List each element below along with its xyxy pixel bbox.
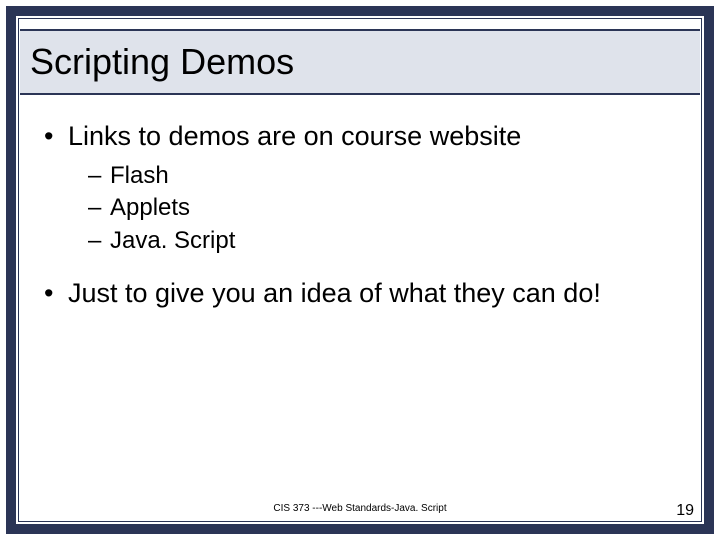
bullet-item: Just to give you an idea of what they ca… bbox=[44, 277, 676, 311]
page-number: 19 bbox=[676, 502, 694, 520]
footer-text: CIS 373 ---Web Standards-Java. Script bbox=[0, 503, 720, 514]
slide-title: Scripting Demos bbox=[30, 41, 294, 83]
bullet-subitem: Flash bbox=[44, 160, 676, 192]
title-bar: Scripting Demos bbox=[20, 29, 700, 95]
slide-body: Links to demos are on course website Fla… bbox=[44, 120, 676, 317]
slide: Scripting Demos Links to demos are on co… bbox=[0, 0, 720, 540]
spacer bbox=[44, 257, 676, 277]
bullet-subitem: Applets bbox=[44, 192, 676, 224]
bullet-item: Links to demos are on course website bbox=[44, 120, 676, 154]
bullet-subitem: Java. Script bbox=[44, 225, 676, 257]
